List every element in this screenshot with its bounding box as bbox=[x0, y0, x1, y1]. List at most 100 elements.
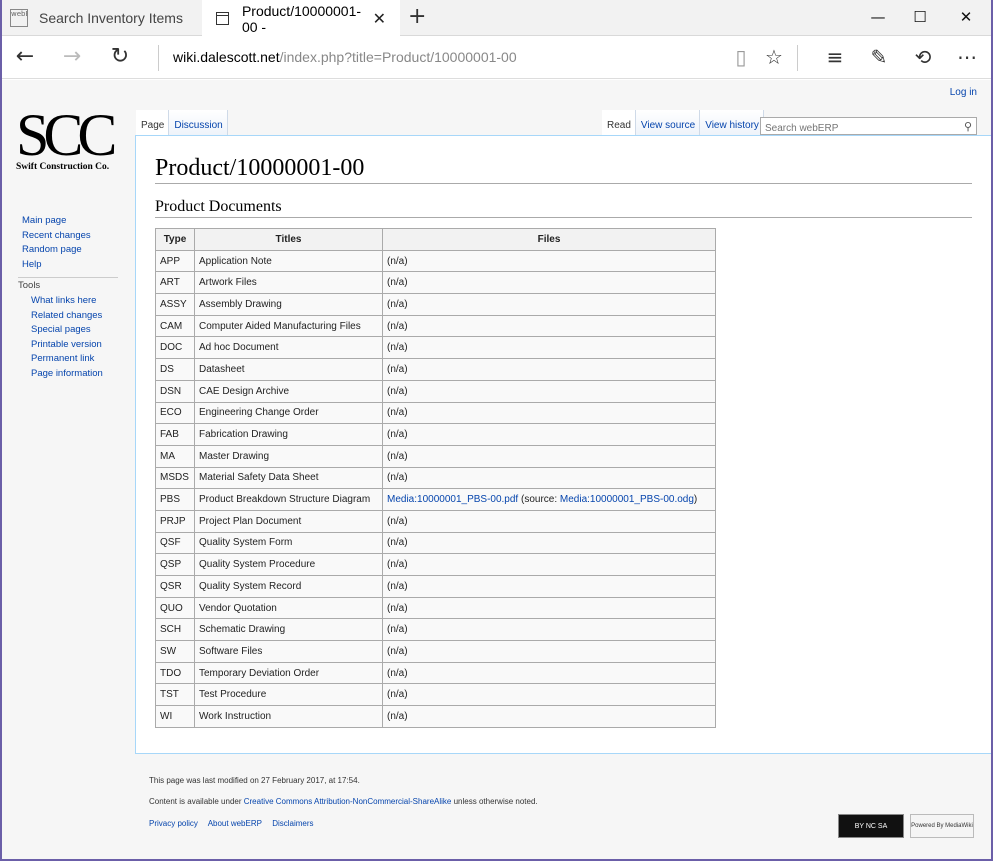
tools-item-printable-version[interactable]: Printable version bbox=[31, 339, 103, 354]
privacy-policy-link[interactable]: Privacy policy bbox=[149, 819, 198, 828]
table-row: ART Artwork Files (n/a) bbox=[155, 271, 716, 295]
mediawiki-badge[interactable]: Powered By MediaWiki bbox=[910, 814, 974, 838]
close-window-icon[interactable]: ✕ bbox=[956, 8, 976, 26]
cell-title: Master Drawing bbox=[194, 444, 383, 468]
cell-type: ASSY bbox=[155, 293, 195, 316]
sidebar-item-main-page[interactable]: Main page bbox=[22, 215, 91, 230]
search-icon[interactable]: ⚲ bbox=[964, 120, 972, 133]
sidebar-navigation: Main page Recent changes Random page Hel… bbox=[22, 215, 91, 274]
cell-title: Artwork Files bbox=[194, 271, 383, 295]
license-link[interactable]: Creative Commons Attribution-NonCommerci… bbox=[244, 797, 452, 806]
cell-title: Engineering Change Order bbox=[194, 401, 383, 425]
cell-type: WI bbox=[155, 705, 195, 728]
cell-title: Project Plan Document bbox=[194, 509, 383, 533]
sidebar-item-recent-changes[interactable]: Recent changes bbox=[22, 230, 91, 245]
web-note-icon[interactable]: ✎ bbox=[866, 45, 892, 69]
table-row: TST Test Procedure (n/a) bbox=[155, 683, 716, 707]
cell-type: TST bbox=[155, 683, 195, 707]
cell-files: (n/a) bbox=[382, 553, 716, 576]
cell-type: SW bbox=[155, 640, 195, 663]
tab-read[interactable]: Read bbox=[602, 110, 636, 135]
tools-item-special-pages[interactable]: Special pages bbox=[31, 324, 103, 339]
reading-view-icon[interactable]: ▯ bbox=[728, 45, 754, 69]
tools-item-what-links-here[interactable]: What links here bbox=[31, 295, 103, 310]
table-row: MA Master Drawing (n/a) bbox=[155, 444, 716, 468]
table-row: QSF Quality System Form (n/a) bbox=[155, 531, 716, 555]
cell-type: SCH bbox=[155, 618, 195, 642]
license-suffix: unless otherwise noted. bbox=[451, 797, 538, 806]
source-label: (source: bbox=[518, 494, 560, 506]
disclaimers-link[interactable]: Disclaimers bbox=[272, 819, 313, 828]
cell-title: Work Instruction bbox=[194, 705, 383, 728]
more-icon[interactable]: ⋯ bbox=[954, 45, 980, 69]
address-toolbar: ← → ↻ wiki.dalescott.net/index.php?title… bbox=[2, 37, 991, 79]
cell-type: ECO bbox=[155, 401, 195, 425]
sidebar-item-help[interactable]: Help bbox=[22, 259, 91, 274]
media-pdf-link[interactable]: Media:10000001_PBS-00.pdf bbox=[387, 494, 518, 505]
minimize-icon[interactable]: — bbox=[868, 8, 888, 26]
cell-files: (n/a) bbox=[382, 314, 716, 338]
tab-product[interactable]: Product/10000001-00 - ✕ bbox=[202, 0, 400, 37]
table-row: DS Datasheet (n/a) bbox=[155, 358, 716, 381]
maximize-icon[interactable]: ☐ bbox=[910, 8, 930, 26]
table-row: CAM Computer Aided Manufacturing Files (n/… bbox=[155, 314, 716, 338]
tools-item-permanent-link[interactable]: Permanent link bbox=[31, 353, 103, 368]
tab-view-history[interactable]: View history bbox=[700, 110, 764, 135]
page-title: Product/10000001-00 bbox=[155, 155, 972, 184]
address-bar[interactable]: wiki.dalescott.net/index.php?title=Produ… bbox=[173, 49, 517, 65]
source-close: ) bbox=[693, 494, 698, 506]
scc-logo[interactable]: SCC Swift Construction Co. bbox=[16, 105, 126, 172]
tab-title: Product/10000001-00 - bbox=[241, 2, 362, 35]
share-icon[interactable]: ⟲ bbox=[910, 45, 936, 69]
new-tab-icon[interactable]: + bbox=[408, 4, 426, 29]
cell-title: Product Breakdown Structure Diagram bbox=[194, 488, 383, 511]
content-area: Product/10000001-00 Product Documents Ty… bbox=[135, 135, 991, 754]
page-icon bbox=[216, 12, 229, 25]
cell-title: Computer Aided Manufacturing Files bbox=[194, 314, 383, 338]
media-odg-link[interactable]: Media:10000001_PBS-00.odg bbox=[560, 494, 694, 505]
tab-discussion[interactable]: Discussion bbox=[169, 110, 228, 135]
browser-window: webERP Search Inventory Items Product/10… bbox=[2, 0, 991, 859]
cell-files: (n/a) bbox=[382, 531, 716, 555]
login-link[interactable]: Log in bbox=[950, 87, 977, 98]
column-header-titles: Titles bbox=[194, 228, 383, 251]
tools-item-related-changes[interactable]: Related changes bbox=[31, 310, 103, 325]
cell-type: QSR bbox=[155, 575, 195, 598]
table-row: DSN CAE Design Archive (n/a) bbox=[155, 379, 716, 403]
close-tab-icon[interactable]: ✕ bbox=[373, 9, 386, 29]
hub-icon[interactable]: ≡ bbox=[822, 45, 848, 69]
refresh-icon[interactable]: ↻ bbox=[107, 45, 133, 69]
view-tabs: Read View source View history bbox=[602, 110, 764, 135]
table-row: PRJP Project Plan Document (n/a) bbox=[155, 509, 716, 533]
cell-files: (n/a) bbox=[382, 293, 716, 316]
about-link[interactable]: About webERP bbox=[208, 819, 262, 828]
table-row: TDO Temporary Deviation Order (n/a) bbox=[155, 661, 716, 685]
cell-files: (n/a) bbox=[382, 358, 716, 381]
tools-item-page-information[interactable]: Page information bbox=[31, 368, 103, 383]
cell-files: (n/a) bbox=[382, 640, 716, 663]
cell-type: CAM bbox=[155, 314, 195, 338]
cell-title: Quality System Record bbox=[194, 575, 383, 598]
tab-search-inventory[interactable]: webERP Search Inventory Items bbox=[6, 0, 202, 36]
cell-type: DSN bbox=[155, 379, 195, 403]
cell-type: TDO bbox=[155, 661, 195, 685]
last-modified: This page was last modified on 27 Februa… bbox=[149, 776, 360, 785]
cell-title: Temporary Deviation Order bbox=[194, 661, 383, 685]
weberp-favicon: webERP bbox=[10, 9, 28, 27]
cell-type: ART bbox=[155, 271, 195, 295]
cell-type: DS bbox=[155, 358, 195, 381]
tab-view-source[interactable]: View source bbox=[635, 110, 701, 135]
table-row: APP Application Note (n/a) bbox=[155, 249, 716, 273]
cc-license-badge[interactable]: BY NC SA bbox=[838, 814, 904, 838]
tab-page[interactable]: Page bbox=[136, 110, 170, 135]
back-icon[interactable]: ← bbox=[12, 45, 38, 69]
table-row: ASSY Assembly Drawing (n/a) bbox=[155, 293, 716, 316]
cell-files: (n/a) bbox=[382, 271, 716, 295]
forward-icon[interactable]: → bbox=[59, 45, 85, 69]
cell-title: Test Procedure bbox=[194, 683, 383, 707]
favorite-star-icon[interactable]: ☆ bbox=[761, 45, 787, 69]
sidebar-item-random-page[interactable]: Random page bbox=[22, 244, 91, 259]
cell-files: (n/a) bbox=[382, 444, 716, 468]
table-row: QSR Quality System Record (n/a) bbox=[155, 575, 716, 598]
cell-files: (n/a) bbox=[382, 466, 716, 490]
